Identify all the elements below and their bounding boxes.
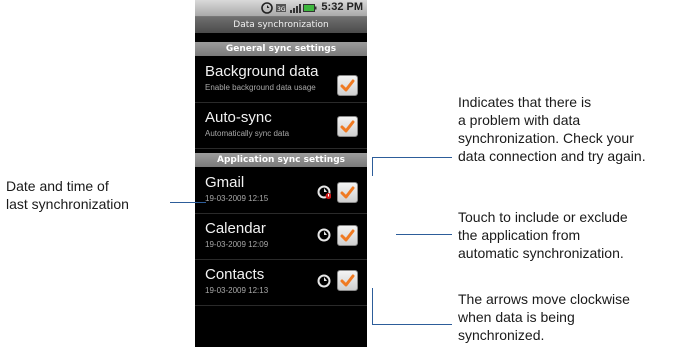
callout-text: last synchronization [6, 196, 129, 212]
leader-line-arrows-v [372, 288, 373, 325]
auto-sync-checkbox[interactable] [337, 116, 358, 137]
leader-line-problem-h [372, 157, 452, 158]
battery-icon [303, 4, 317, 12]
title-bar: Data synchronization [195, 17, 367, 33]
callout-text: synchronized. [458, 327, 545, 343]
check-icon [340, 120, 355, 133]
callout-text: Date and time of [6, 178, 109, 194]
calendar-sync-checkbox[interactable] [337, 225, 358, 246]
status-time: 5:32 PM [321, 1, 363, 13]
last-sync-time: 19-03-2009 12:13 [205, 286, 269, 295]
callout-text: the application from [458, 227, 581, 243]
general-sync-header: General sync settings [195, 42, 367, 56]
leader-line-last-sync [170, 202, 206, 203]
callout-text: when data is being [458, 309, 575, 325]
sync-icon [317, 228, 331, 242]
callout-text: a problem with data [458, 112, 581, 128]
leader-line-toggle [396, 234, 452, 235]
last-sync-time: 19-03-2009 12:15 [205, 194, 269, 203]
leader-line-arrows-h [372, 324, 452, 325]
contacts-sync-checkbox[interactable] [337, 270, 358, 291]
setting-subtitle: Automatically sync data [205, 129, 290, 138]
setting-title: Background data [205, 63, 319, 80]
setting-auto-sync[interactable]: Auto-sync Automatically sync data [195, 103, 367, 149]
app-sync-contacts[interactable]: Contacts 19-03-2009 12:13 [195, 260, 367, 306]
network-3g-icon: 3G [276, 4, 286, 13]
callout-sync-problem: Indicates that there is a problem with d… [458, 93, 646, 165]
app-sync-calendar[interactable]: Calendar 19-03-2009 12:09 [195, 214, 367, 260]
app-title: Contacts [205, 266, 265, 283]
callout-text: Indicates that there is [458, 94, 592, 110]
check-icon [340, 79, 355, 92]
svg-text:3G: 3G [277, 6, 286, 13]
callout-last-sync: Date and time of last synchronization [6, 177, 129, 213]
setting-background-data[interactable]: Background data Enable background data u… [195, 57, 367, 103]
status-icons: 3G [261, 1, 317, 15]
phone-screen: 3G 5:32 PM Data synchronization General … [195, 0, 367, 347]
check-icon [340, 229, 355, 242]
setting-title: Auto-sync [205, 109, 272, 126]
status-bar: 3G 5:32 PM [195, 0, 367, 17]
callout-toggle: Touch to include or exclude the applicat… [458, 208, 628, 262]
sync-icon [317, 274, 331, 288]
callout-text: synchronization. Check your [458, 130, 634, 146]
sync-error-icon [317, 185, 331, 199]
application-sync-header: Application sync settings [195, 153, 367, 167]
callout-text: The arrows move clockwise [458, 291, 630, 307]
app-sync-gmail[interactable]: Gmail 19-03-2009 12:15 [195, 168, 367, 214]
setting-subtitle: Enable background data usage [205, 83, 316, 92]
last-sync-time: 19-03-2009 12:09 [205, 240, 269, 249]
signal-icon [290, 4, 301, 13]
leader-line-problem-v [372, 157, 373, 176]
check-icon [340, 186, 355, 199]
background-data-checkbox[interactable] [337, 75, 358, 96]
callout-arrows: The arrows move clockwise when data is b… [458, 290, 630, 344]
gmail-sync-checkbox[interactable] [337, 182, 358, 203]
sync-status-icon [261, 2, 273, 14]
app-title: Gmail [205, 174, 245, 191]
callout-text: Touch to include or exclude [458, 209, 628, 225]
callout-text: data connection and try again. [458, 148, 646, 164]
app-title: Calendar [205, 220, 266, 237]
callout-text: automatic synchronization. [458, 245, 624, 261]
check-icon [340, 274, 355, 287]
